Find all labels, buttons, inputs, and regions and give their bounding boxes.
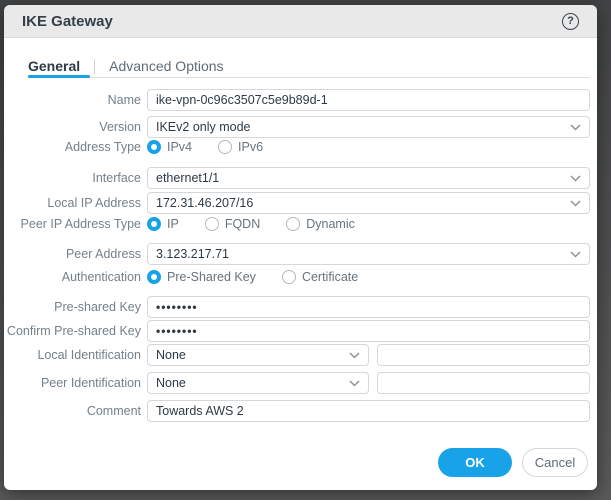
row-peer-id: Peer Identification None — [4, 372, 590, 394]
ike-gateway-dialog: IKE Gateway ? General Advanced Options N… — [4, 5, 597, 490]
version-selected-value: IKEv2 only mode — [156, 120, 251, 134]
local-id-value-input[interactable] — [377, 344, 590, 366]
local-id-select[interactable]: None — [147, 344, 369, 366]
address-type-label: Address Type — [4, 140, 141, 154]
peer-address-selected-value: 3.123.217.71 — [156, 247, 229, 261]
local-ip-label: Local IP Address — [4, 196, 141, 210]
dialog-titlebar: IKE Gateway ? — [4, 5, 597, 38]
local-ip-select[interactable]: 172.31.46.207/16 — [147, 192, 590, 214]
chevron-down-icon — [570, 175, 581, 182]
row-name: Name — [4, 89, 590, 111]
ipv6-radio[interactable] — [218, 140, 232, 154]
chevron-down-icon — [570, 251, 581, 258]
certificate-radio-label: Certificate — [302, 270, 358, 284]
row-version: Version IKEv2 only mode — [4, 116, 590, 138]
psk-label: Pre-shared Key — [4, 300, 141, 314]
help-icon[interactable]: ? — [562, 13, 579, 30]
row-peer-ip-type: Peer IP Address Type IP FQDN Dynamic — [4, 215, 590, 233]
comment-input[interactable] — [147, 400, 590, 422]
interface-select[interactable]: ethernet1/1 — [147, 167, 590, 189]
tab-bar: General Advanced Options — [28, 58, 224, 74]
psk-confirm-label: Confirm Pre-shared Key — [4, 324, 141, 338]
certificate-radio[interactable] — [282, 270, 296, 284]
peer-id-value-input[interactable] — [377, 372, 590, 394]
authentication-label: Authentication — [4, 270, 141, 284]
ipv4-radio-label: IPv4 — [167, 140, 192, 154]
interface-selected-value: ethernet1/1 — [156, 171, 219, 185]
dialog-title: IKE Gateway — [22, 13, 113, 30]
row-local-ip: Local IP Address 172.31.46.207/16 — [4, 192, 590, 214]
row-peer-address: Peer Address 3.123.217.71 — [4, 243, 590, 265]
peer-id-select[interactable]: None — [147, 372, 369, 394]
row-psk-confirm: Confirm Pre-shared Key — [4, 320, 590, 342]
chevron-down-icon — [349, 352, 360, 359]
row-psk: Pre-shared Key — [4, 296, 590, 318]
peer-address-select[interactable]: 3.123.217.71 — [147, 243, 590, 265]
ok-button[interactable]: OK — [438, 448, 512, 477]
chevron-down-icon — [570, 124, 581, 131]
chevron-down-icon — [570, 200, 581, 207]
version-label: Version — [4, 120, 141, 134]
tab-rule — [28, 77, 590, 78]
local-ip-selected-value: 172.31.46.207/16 — [156, 196, 253, 210]
psk-input[interactable] — [147, 296, 590, 318]
tab-divider — [94, 59, 95, 74]
row-address-type: Address Type IPv4 IPv6 — [4, 138, 590, 156]
local-id-selected-value: None — [156, 348, 186, 362]
ipv4-radio[interactable] — [147, 140, 161, 154]
local-id-label: Local Identification — [4, 348, 141, 362]
fqdn-radio-label: FQDN — [225, 217, 260, 231]
row-comment: Comment — [4, 400, 590, 422]
peer-id-label: Peer Identification — [4, 376, 141, 390]
name-label: Name — [4, 93, 141, 107]
tab-advanced-options[interactable]: Advanced Options — [109, 58, 223, 74]
pre-shared-key-radio-label: Pre-Shared Key — [167, 270, 256, 284]
peer-address-label: Peer Address — [4, 247, 141, 261]
row-authentication: Authentication Pre-Shared Key Certificat… — [4, 268, 590, 286]
peer-ip-radio[interactable] — [147, 217, 161, 231]
active-tab-underline — [28, 75, 90, 78]
peer-id-selected-value: None — [156, 376, 186, 390]
interface-label: Interface — [4, 171, 141, 185]
peer-ip-radio-label: IP — [167, 217, 179, 231]
tab-general[interactable]: General — [28, 58, 80, 74]
pre-shared-key-radio[interactable] — [147, 270, 161, 284]
row-local-id: Local Identification None — [4, 344, 590, 366]
dynamic-radio-label: Dynamic — [306, 217, 355, 231]
cancel-button[interactable]: Cancel — [522, 448, 588, 477]
name-input[interactable] — [147, 89, 590, 111]
chevron-down-icon — [349, 380, 360, 387]
fqdn-radio[interactable] — [205, 217, 219, 231]
version-select[interactable]: IKEv2 only mode — [147, 116, 590, 138]
row-interface: Interface ethernet1/1 — [4, 167, 590, 189]
ipv6-radio-label: IPv6 — [238, 140, 263, 154]
dynamic-radio[interactable] — [286, 217, 300, 231]
psk-confirm-input[interactable] — [147, 320, 590, 342]
comment-label: Comment — [4, 404, 141, 418]
peer-ip-type-label: Peer IP Address Type — [4, 217, 141, 231]
